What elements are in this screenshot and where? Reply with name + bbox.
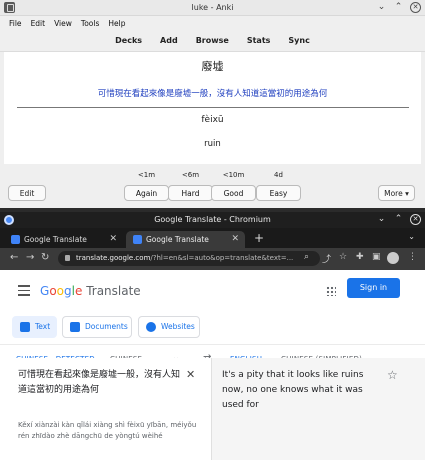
answer-again: <1m Again: [124, 170, 169, 201]
menu-edit[interactable]: Edit: [31, 19, 46, 28]
toolbar-sync[interactable]: Sync: [288, 36, 309, 45]
edit-button[interactable]: Edit: [8, 185, 46, 201]
good-interval: <10m: [222, 171, 245, 179]
new-tab-icon[interactable]: +: [254, 231, 264, 245]
card-sentence: 可惜現在看起來像是廢墟一般，沒有人知道這當初的用途為何: [97, 89, 328, 99]
extensions-icon[interactable]: ✚: [356, 252, 364, 262]
close-icon[interactable]: ✕: [410, 214, 421, 225]
chromium-window: Google Translate - Chromium ⌄ ⌃ ✕ Google…: [0, 212, 425, 460]
globe-icon: [146, 322, 156, 332]
tab-search-icon[interactable]: ⌄: [408, 232, 415, 241]
mode-websites-label: Websites: [161, 322, 195, 331]
tab-strip: Google Translate ✕ Google Translate ✕ + …: [0, 228, 425, 248]
again-interval: <1m: [137, 171, 156, 179]
translate-header: Google Translate Sign in: [0, 270, 425, 312]
chromium-titlebar: Google Translate - Chromium ⌄ ⌃ ✕: [0, 212, 425, 228]
reload-icon[interactable]: ↻: [41, 252, 49, 263]
translation-panes: 可惜現在看起來像是廢墟一般，沒有人知道這當初的用途為何 ✕ Kěxí xiànz…: [0, 358, 425, 460]
anki-titlebar: luke - Anki ⌄ ⌃ ✕: [0, 0, 425, 16]
close-icon[interactable]: ✕: [410, 2, 421, 13]
mode-documents-label: Documents: [85, 322, 128, 331]
translation-output: It's a pity that it looks like ruins now…: [222, 370, 364, 410]
save-translation-star-icon[interactable]: ☆: [387, 368, 398, 382]
mode-text-button[interactable]: Text: [12, 316, 57, 338]
hard-interval: <6m: [181, 171, 200, 179]
google-apps-icon[interactable]: [326, 286, 336, 296]
browser-tab-active[interactable]: Google Translate ✕: [126, 231, 245, 248]
card-word: 廢墟: [201, 60, 224, 73]
anki-toolbar: Decks Add Browse Stats Sync: [0, 30, 425, 52]
maximize-icon[interactable]: ⌃: [393, 2, 404, 13]
side-panel-icon[interactable]: ▣: [372, 252, 381, 262]
tab-close-icon[interactable]: ✕: [231, 231, 239, 248]
translate-modes: Text Documents Websites: [0, 312, 425, 344]
google-translate-logo[interactable]: Google Translate: [40, 284, 141, 298]
card-pinyin: fèixū: [201, 115, 224, 125]
omnibar: ← → ↻ translate.google.com/?hl=en&sl=aut…: [0, 248, 425, 270]
romanization-text: Kěxí xiànzài kàn qǐlái xiàng shì fèixū y…: [18, 421, 197, 440]
profile-avatar[interactable]: [387, 252, 399, 264]
source-text-input[interactable]: 可惜現在看起來像是廢墟一般，沒有人知道這當初的用途為何: [18, 368, 182, 398]
logo-product-name: Translate: [86, 284, 141, 298]
anki-window-title: luke - Anki: [191, 3, 234, 12]
mode-text-label: Text: [35, 322, 51, 331]
anki-bottom-bar: Edit <1m Again <6m Hard <10m Good 4d Eas…: [0, 170, 425, 208]
hamburger-menu-icon[interactable]: [18, 285, 30, 299]
easy-interval: 4d: [274, 171, 283, 179]
good-button[interactable]: Good: [211, 185, 256, 201]
card-meaning: ruin: [204, 139, 221, 149]
back-icon[interactable]: ←: [10, 252, 18, 263]
zoom-icon[interactable]: ⌕: [304, 252, 309, 262]
text-translate-icon: [20, 322, 30, 332]
browser-tab[interactable]: Google Translate ✕: [4, 231, 123, 248]
minimize-icon[interactable]: ⌄: [376, 2, 387, 13]
toolbar-browse[interactable]: Browse: [196, 36, 229, 45]
address-bar[interactable]: translate.google.com/?hl=en&sl=auto&op=t…: [58, 251, 320, 266]
card-content: 廢墟 可惜現在看起來像是廢墟一般，沒有人知道這當初的用途為何 fèixū rui…: [4, 52, 421, 164]
clear-source-icon[interactable]: ✕: [186, 368, 195, 381]
easy-button[interactable]: Easy: [256, 185, 301, 201]
answer-divider: [16, 107, 409, 108]
document-icon: [70, 322, 80, 332]
toolbar-stats[interactable]: Stats: [247, 36, 271, 45]
lock-icon: [65, 255, 70, 261]
maximize-icon[interactable]: ⌃: [393, 214, 404, 225]
hard-button[interactable]: Hard: [168, 185, 213, 201]
tab-title: Google Translate: [24, 235, 87, 244]
toolbar-add[interactable]: Add: [160, 36, 178, 45]
toolbar-decks[interactable]: Decks: [115, 36, 142, 45]
menu-tools[interactable]: Tools: [81, 19, 99, 28]
menu-file[interactable]: File: [9, 19, 22, 28]
menu-view[interactable]: View: [54, 19, 72, 28]
translate-favicon-icon: [133, 235, 142, 244]
again-button[interactable]: Again: [124, 185, 169, 201]
share-icon[interactable]: ⤴: [322, 252, 331, 265]
source-pane: 可惜現在看起來像是廢墟一般，沒有人知道這當初的用途為何 ✕ Kěxí xiànz…: [0, 358, 212, 460]
tab-close-icon[interactable]: ✕: [109, 231, 117, 248]
menu-kebab-icon[interactable]: ⋮: [408, 252, 417, 262]
mode-documents-button[interactable]: Documents: [62, 316, 132, 338]
menu-help[interactable]: Help: [108, 19, 125, 28]
bookmark-star-icon[interactable]: ☆: [339, 252, 347, 262]
answer-good: <10m Good: [211, 170, 256, 201]
tab-title: Google Translate: [146, 235, 209, 244]
anki-menubar: File Edit View Tools Help: [0, 16, 425, 30]
answer-easy: 4d Easy: [256, 170, 301, 201]
target-pane: It's a pity that it looks like ruins now…: [212, 358, 425, 460]
chromium-window-title: Google Translate - Chromium: [154, 215, 271, 224]
more-button[interactable]: More ▾: [378, 185, 415, 201]
sign-in-button[interactable]: Sign in: [347, 278, 400, 298]
url-host: translate.google.com: [76, 254, 151, 262]
minimize-icon[interactable]: ⌄: [376, 214, 387, 225]
anki-window: luke - Anki ⌄ ⌃ ✕ File Edit View Tools H…: [0, 0, 425, 208]
translate-favicon-icon: [11, 235, 20, 244]
url-path: /?hl=en&sl=auto&op=translate&text=...: [150, 254, 294, 262]
forward-icon[interactable]: →: [26, 252, 34, 263]
mode-websites-button[interactable]: Websites: [138, 316, 200, 338]
answer-hard: <6m Hard: [168, 170, 213, 201]
